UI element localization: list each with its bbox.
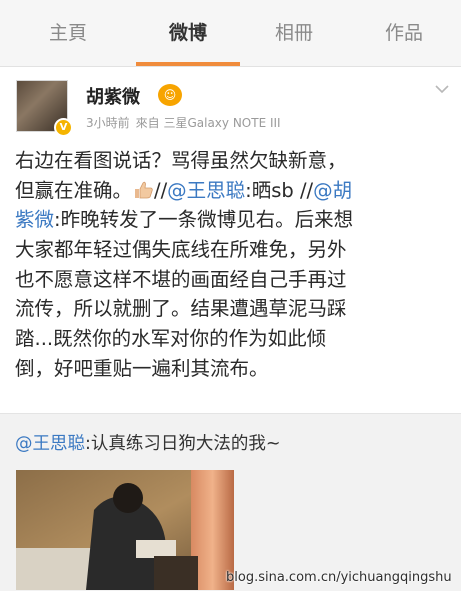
post-text-segment: 也不愿意这样不堪的画面经自己手再过 [15,267,347,291]
post-time: 3小時前 [86,116,130,130]
tab-works[interactable]: 作品 [356,0,452,66]
repost-photo-image [16,470,234,590]
post-text-segment: 踏...既然你的水军对你的作为如此倾 [15,327,327,351]
post-text-segment: 大家都年轻过偶失底线在所难免，另外 [15,238,347,262]
repost-mention[interactable]: @王思聪 [15,434,85,454]
active-tab-indicator [136,62,240,66]
thumbs-up-icon [135,181,153,199]
post-text-segment: 流传，所以就删了。结果遭遇草泥马踩 [15,297,347,321]
post-text-line: 紫微:昨晚转发了一条微博见右。后来想 [15,205,447,235]
post-text-segment: :昨晚转发了一条微博见右。后来想 [54,208,354,232]
profile-tab-bar: 主頁 微博 相冊 作品 [0,0,461,67]
verified-badge-icon: V [54,118,73,137]
post-text-line: 也不愿意这样不堪的画面经自己手再过 [15,265,447,295]
user-mention-link[interactable]: @王思聪 [167,179,245,202]
post-text-segment: 但赢在准确。 [15,178,133,202]
post-meta: 3小時前 來自 三星Galaxy NOTE III [86,114,281,131]
post-text-segment: // [154,178,168,202]
post-text-line: 右边在看图说话？骂得虽然欠缺新意， [15,146,447,176]
user-mention-link[interactable]: 紫微 [15,208,54,231]
post-text-line: 大家都年轻过偶失底线在所难免，另外 [15,235,447,265]
username[interactable]: 胡紫微 [86,83,140,109]
post-text-segment: 右边在看图说话？骂得虽然欠缺新意， [15,149,347,172]
post-text-segment: :晒sb // [245,178,314,202]
post-text-line: 踏...既然你的水军对你的作为如此倾 [15,324,447,354]
repost-photo[interactable] [16,470,234,590]
post-text-line: 倒，好吧重贴一遍利其流布。 [15,354,447,384]
watermark: blog.sina.com.cn/yichuangqingshu [226,570,452,585]
repost-content: :认真练习日狗大法的我~ [85,434,281,454]
post-text-segment: 倒，好吧重贴一遍利其流布。 [15,356,269,380]
tab-album[interactable]: 相冊 [246,0,342,66]
post-text-line: 但赢在准确。 //@王思聪:晒sb //@胡 [15,176,447,206]
tab-home[interactable]: 主頁 [20,0,116,66]
tab-weibo[interactable]: 微博 [140,0,236,66]
chevron-down-icon[interactable] [433,80,451,98]
post-text-line: 流传，所以就删了。结果遭遇草泥马踩 [15,294,447,324]
user-mention-link[interactable]: @胡 [313,179,352,202]
post-text: 右边在看图说话？骂得虽然欠缺新意， 但赢在准确。 //@王思聪:晒sb //@胡紫微… [15,146,447,384]
post-source: 來自 三星Galaxy NOTE III [135,116,281,130]
repost-text: @王思聪:认真练习日狗大法的我~ [15,430,281,455]
member-crown-icon: ☺ [158,84,182,106]
